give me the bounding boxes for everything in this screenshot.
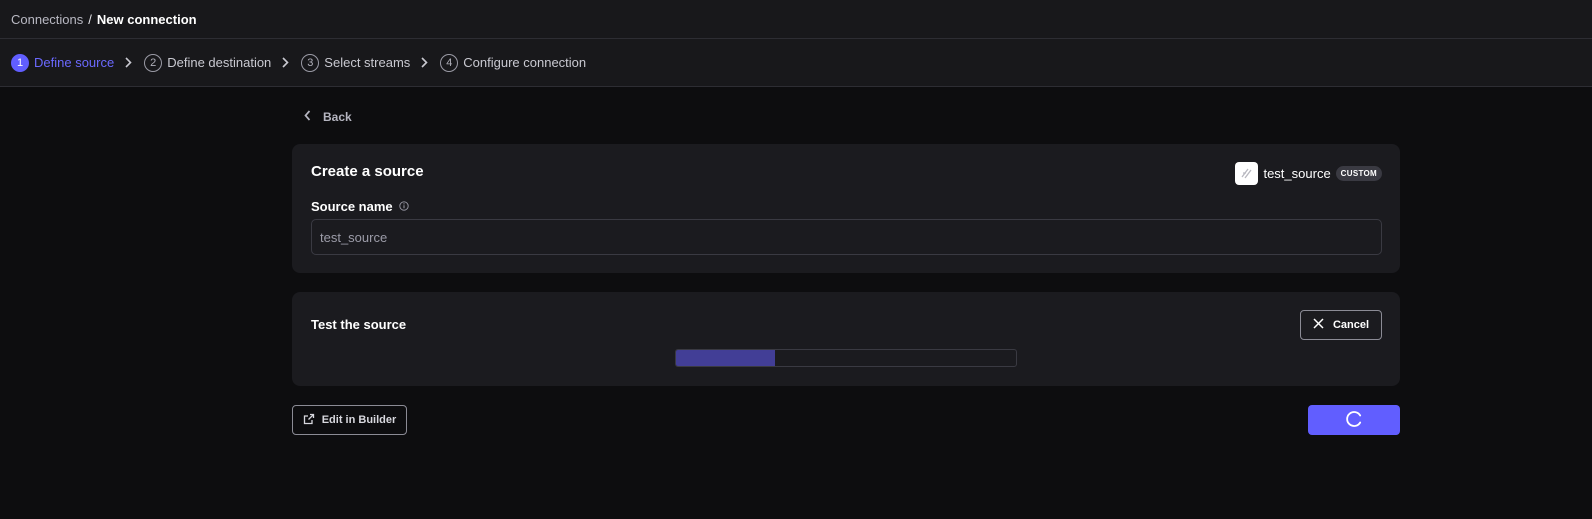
cancel-label: Cancel (1332, 319, 1370, 331)
test-progress-bar (675, 349, 1017, 367)
chevron-left-icon (304, 110, 311, 124)
back-button[interactable]: Back (304, 110, 352, 124)
source-badge: test_source CUSTOM (1235, 162, 1382, 185)
step-configure-connection[interactable]: 4 Configure connection (440, 53, 587, 72)
top-bar: Connections / New connection (0, 0, 1592, 39)
test-source-card: Test the source Cancel (292, 292, 1400, 386)
step-bar: 1 Define source 2 Define destination 3 S… (0, 39, 1592, 87)
spinner-icon (1345, 410, 1363, 431)
breadcrumb-separator: / (88, 11, 92, 27)
step-define-source[interactable]: 1 Define source (11, 53, 115, 72)
field-label-text: Source name (311, 199, 393, 214)
info-icon[interactable] (399, 199, 409, 214)
step-number: 3 (301, 53, 320, 72)
step-select-streams[interactable]: 3 Select streams (301, 53, 411, 72)
create-source-card: Create a source test_source CUSTOM Sourc… (292, 144, 1400, 273)
source-name-input[interactable] (311, 219, 1382, 255)
step-number: 4 (440, 53, 459, 72)
breadcrumb-connections-link[interactable]: Connections (11, 12, 83, 27)
test-title: Test the source (311, 317, 407, 332)
chevron-right-icon (282, 57, 289, 68)
builder-logo-icon (1235, 162, 1259, 185)
edit-in-builder-button[interactable]: Edit in Builder (292, 405, 407, 435)
edit-label: Edit in Builder (321, 414, 397, 426)
chevron-right-icon (421, 57, 428, 68)
step-label: Select streams (324, 55, 411, 70)
step-define-destination[interactable]: 2 Define destination (144, 53, 272, 72)
back-label: Back (323, 110, 352, 124)
chevron-right-icon (125, 57, 132, 68)
step-label: Define destination (167, 55, 272, 70)
close-icon (1313, 318, 1324, 332)
custom-tag: CUSTOM (1335, 166, 1382, 181)
step-label: Define source (34, 55, 115, 70)
submit-button[interactable] (1308, 405, 1400, 435)
step-number: 2 (144, 53, 163, 72)
external-link-icon (303, 413, 315, 428)
card-title: Create a source (311, 163, 424, 180)
cancel-button[interactable]: Cancel (1300, 310, 1382, 340)
source-name-label: Source name (311, 199, 409, 214)
breadcrumb-current: New connection (96, 11, 197, 27)
step-label: Configure connection (463, 55, 587, 70)
source-name: test_source (1263, 166, 1331, 181)
step-number: 1 (11, 53, 29, 72)
progress-fill (676, 350, 775, 366)
